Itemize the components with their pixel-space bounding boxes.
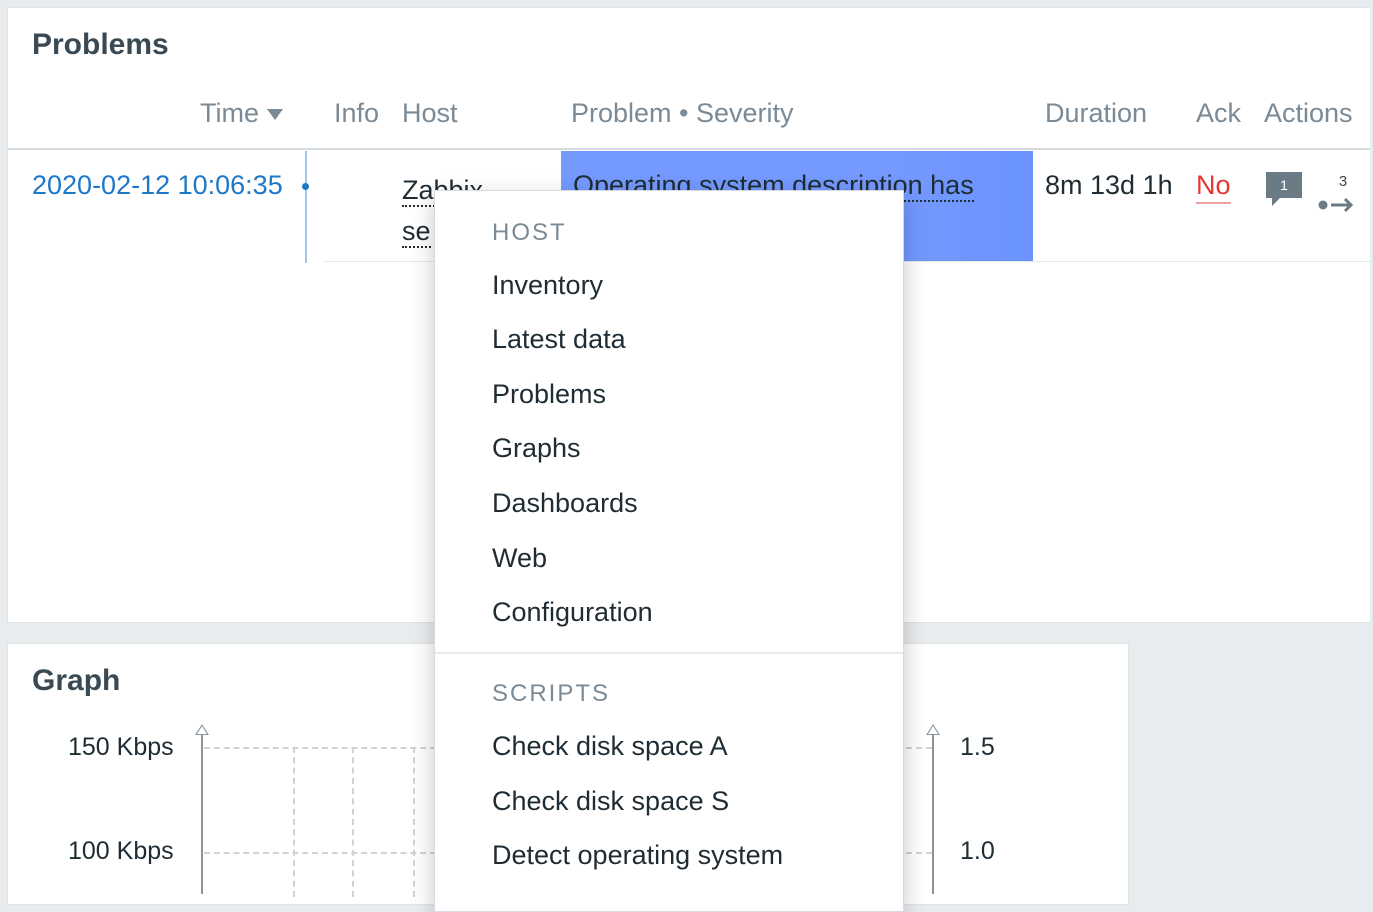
actions-icon[interactable]: 3 [1316, 168, 1358, 214]
ack-status-link[interactable]: No [1196, 170, 1231, 204]
message-icon[interactable]: 1 [1264, 168, 1304, 208]
grid-line [352, 747, 354, 897]
column-header-problem-severity[interactable]: Problem • Severity [571, 98, 794, 129]
header-divider [8, 148, 1370, 150]
menu-item-script-check-disk-space-a[interactable]: Check disk space A [492, 731, 728, 762]
y-left-axis-arrow-icon [195, 724, 209, 735]
column-header-info: Info [334, 98, 380, 128]
y-right-axis [932, 734, 934, 894]
menu-item-latest-data[interactable]: Latest data [492, 324, 626, 355]
host-name-line2[interactable]: se [402, 216, 431, 248]
problem-duration: 8m 13d 1h [1045, 170, 1173, 200]
timeline-dot [302, 183, 309, 190]
column-header-time[interactable]: Time [200, 98, 283, 129]
problems-widget-title: Problems [32, 28, 169, 61]
actions-count: 3 [1339, 173, 1347, 190]
graph-widget-title: Graph [32, 664, 121, 697]
menu-item-script-detect-os[interactable]: Detect operating system [492, 840, 783, 871]
column-header-actions: Actions [1264, 98, 1353, 128]
grid-line [204, 747, 436, 749]
y-left-axis [201, 734, 203, 894]
menu-item-problems[interactable]: Problems [492, 379, 606, 410]
grid-line [413, 747, 415, 897]
y-right-axis-arrow-icon [926, 724, 940, 735]
column-header-time-label: Time [200, 98, 259, 128]
menu-section-scripts: SCRIPTS [492, 680, 611, 707]
menu-item-script-check-disk-space-s[interactable]: Check disk space S [492, 786, 729, 817]
menu-section-host: HOST [492, 219, 567, 246]
timeline-line [305, 151, 307, 263]
y-right-tick-label: 1.5 [960, 733, 995, 761]
y-right-tick-label: 1.0 [960, 837, 995, 865]
grid-line [293, 747, 295, 897]
grid-line [204, 852, 436, 854]
menu-item-inventory[interactable]: Inventory [492, 270, 603, 301]
menu-divider [435, 652, 903, 654]
message-count: 1 [1280, 177, 1288, 193]
host-context-menu: HOST Inventory Latest data Problems Grap… [434, 190, 904, 912]
column-header-ack: Ack [1196, 98, 1242, 128]
menu-item-graphs[interactable]: Graphs [492, 433, 581, 464]
column-header-duration: Duration [1045, 98, 1148, 128]
menu-item-configuration[interactable]: Configuration [492, 597, 653, 628]
sort-desc-icon [267, 109, 283, 121]
menu-item-web[interactable]: Web [492, 543, 547, 574]
grid-line [906, 852, 932, 854]
grid-line [906, 747, 932, 749]
problem-time-link[interactable]: 2020-02-12 10:06:35 [32, 170, 283, 201]
y-left-tick-label: 100 Kbps [68, 837, 174, 865]
menu-item-dashboards[interactable]: Dashboards [492, 488, 638, 519]
y-left-tick-label: 150 Kbps [68, 733, 174, 761]
column-header-host[interactable]: Host [402, 98, 458, 129]
